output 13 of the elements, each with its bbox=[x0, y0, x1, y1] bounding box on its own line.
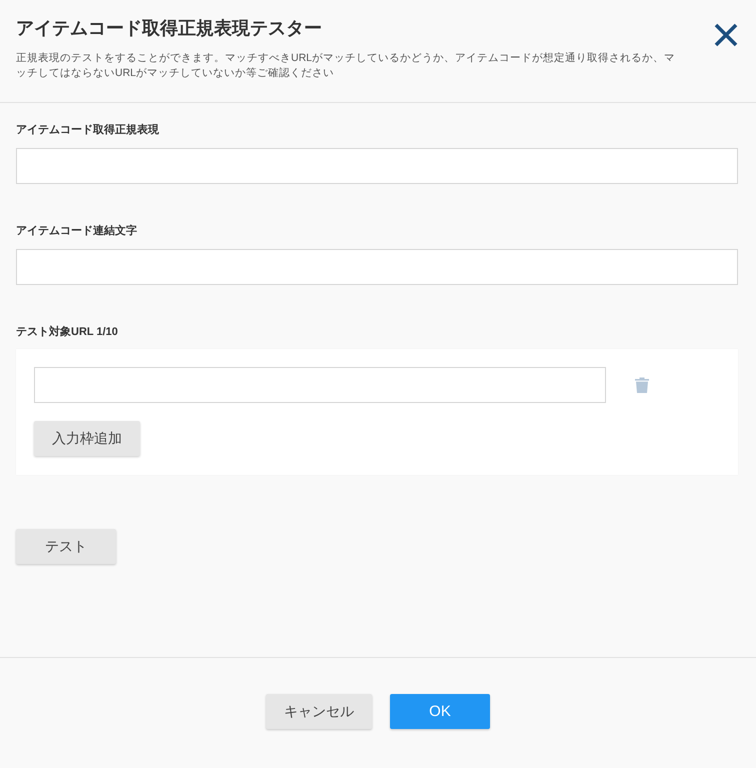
url-input-field[interactable] bbox=[34, 367, 606, 403]
field-label: テスト対象URL 1/10 bbox=[16, 325, 119, 339]
input-field[interactable] bbox=[16, 249, 738, 285]
test-button[interactable]: テスト bbox=[16, 529, 116, 564]
field-label: アイテムコード取得正規表現 bbox=[16, 123, 160, 137]
trash-icon[interactable] bbox=[635, 377, 649, 393]
cancel-button[interactable]: キャンセル bbox=[266, 694, 372, 729]
add-input-button[interactable]: 入力枠追加 bbox=[34, 421, 140, 456]
dialog-description: 正規表現のテストをすることができます。マッチすべきURLがマッチしているかどうか、アイテムコードが想定通り取得されるか、マッチしてはならないURLがマッチしていないか等ご確認ください bbox=[16, 51, 676, 81]
input-field[interactable] bbox=[16, 148, 738, 184]
dialog-title: アイテムコード取得正規表現テスター bbox=[16, 17, 323, 39]
close-icon[interactable] bbox=[714, 23, 738, 47]
field-label: アイテムコード連結文字 bbox=[16, 224, 138, 238]
